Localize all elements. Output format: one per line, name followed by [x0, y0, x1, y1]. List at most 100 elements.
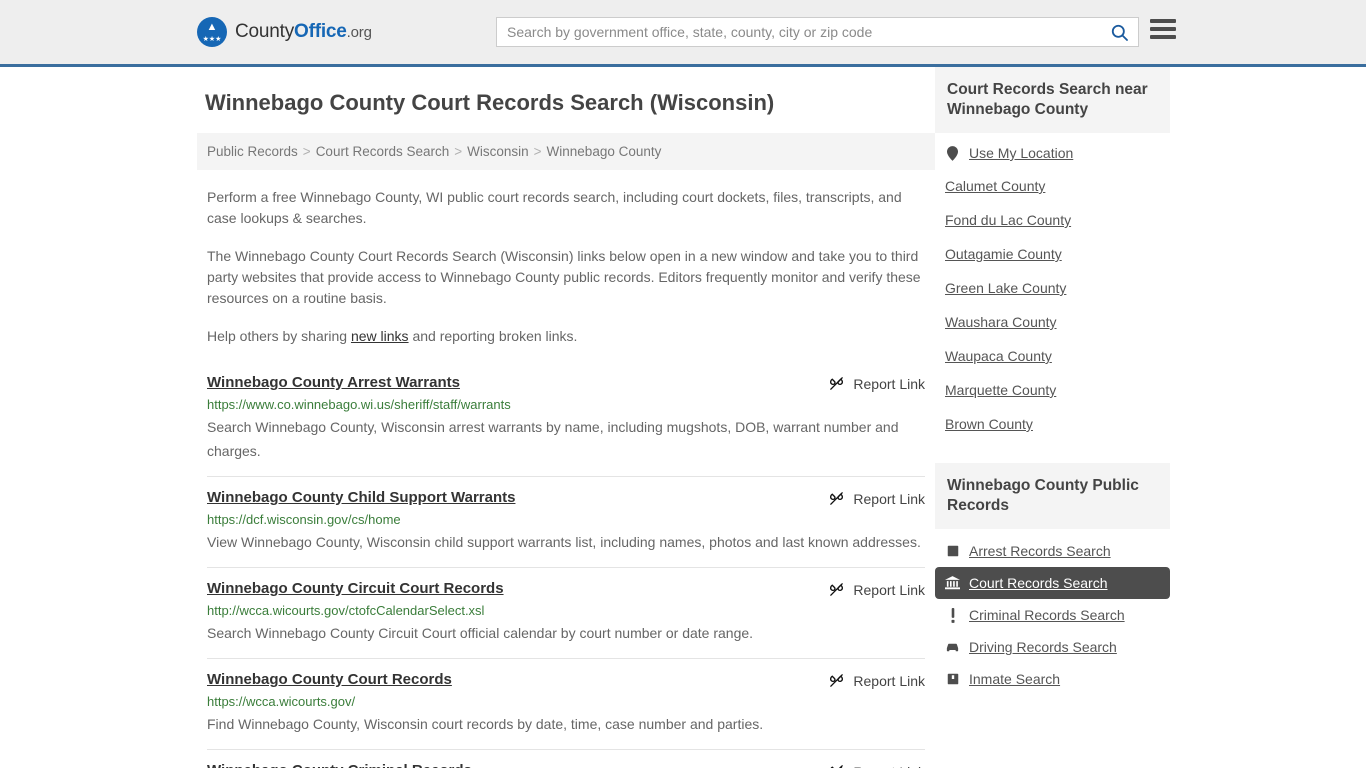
report-link-button[interactable]: Report Link — [828, 672, 925, 689]
page-title: Winnebago County Court Records Search (W… — [205, 90, 935, 116]
intro-paragraph-help: Help others by sharing new links and rep… — [207, 326, 925, 347]
breadcrumb-item-court-records-search[interactable]: Court Records Search — [316, 144, 450, 159]
breadcrumb-separator: > — [534, 144, 542, 159]
result-title-link[interactable]: Winnebago County Criminal Records — [207, 762, 472, 768]
result-url: https://www.co.winnebago.wi.us/sheriff/s… — [207, 397, 925, 412]
result-description: Find Winnebago County, Wisconsin court r… — [207, 712, 925, 736]
report-link-label: Report Link — [853, 491, 925, 507]
nearby-county-item[interactable]: Calumet County — [935, 169, 1170, 203]
nearby-county-list: Use My Location Calumet County Fond du L… — [935, 133, 1170, 441]
result-url: http://wcca.wicourts.gov/ctofcCalendarSe… — [207, 603, 925, 618]
report-link-button[interactable]: Report Link — [828, 490, 925, 507]
car-icon — [945, 642, 960, 653]
brand-wordmark: CountyOffice.org — [235, 21, 372, 43]
map-pin-icon — [945, 146, 960, 161]
sidebar-item-court-records-search[interactable]: Court Records Search — [935, 567, 1170, 599]
nearby-county-link[interactable]: Brown County — [945, 416, 1033, 432]
nearby-county-link[interactable]: Waupaca County — [945, 348, 1052, 364]
nearby-county-item[interactable]: Waupaca County — [935, 339, 1170, 373]
nearby-search-panel: Court Records Search near Winnebago Coun… — [935, 67, 1170, 441]
help-prefix: Help others by sharing — [207, 328, 351, 344]
broken-link-icon — [828, 490, 845, 507]
sidebar-item-inmate-search[interactable]: Inmate Search — [935, 663, 1170, 695]
result-description: Search Winnebago County Circuit Court of… — [207, 621, 925, 645]
nearby-county-link[interactable]: Fond du Lac County — [945, 212, 1071, 228]
use-my-location-label: Use My Location — [969, 145, 1073, 161]
result-item: Winnebago County Arrest Warrants Report … — [207, 362, 925, 476]
result-item: Winnebago County Criminal Records Report… — [207, 749, 925, 768]
result-header: Winnebago County Circuit Court Records R… — [207, 580, 925, 598]
result-header: Winnebago County Arrest Warrants Report … — [207, 374, 925, 392]
nearby-county-link[interactable]: Waushara County — [945, 314, 1057, 330]
nearby-county-item[interactable]: Green Lake County — [935, 271, 1170, 305]
result-header: Winnebago County Child Support Warrants … — [207, 489, 925, 507]
breadcrumb-separator: > — [454, 144, 462, 159]
site-header: ▲ ★★★ CountyOffice.org — [0, 0, 1366, 67]
jail-icon — [945, 673, 960, 685]
report-link-button[interactable]: Report Link — [828, 375, 925, 392]
result-url: https://dcf.wisconsin.gov/cs/home — [207, 512, 925, 527]
fingerprint-square-icon — [945, 545, 960, 557]
public-records-list: Arrest Records Search Court Recor — [935, 529, 1170, 695]
brand-part-county: County — [235, 21, 294, 42]
nearby-county-link[interactable]: Marquette County — [945, 382, 1056, 398]
eagle-stars-logo-icon: ▲ ★★★ — [197, 17, 227, 47]
result-description: Search Winnebago County, Wisconsin arres… — [207, 415, 925, 463]
hamburger-menu-icon[interactable] — [1150, 19, 1176, 39]
site-logo-link[interactable]: ▲ ★★★ CountyOffice.org — [197, 17, 372, 47]
sidebar-item-criminal-records-search[interactable]: Criminal Records Search — [935, 599, 1170, 631]
nearby-county-item[interactable]: Brown County — [935, 407, 1170, 441]
breadcrumb-separator: > — [303, 144, 311, 159]
result-title-link[interactable]: Winnebago County Child Support Warrants — [207, 489, 515, 506]
sidebar-item-label: Arrest Records Search — [969, 543, 1111, 559]
nearby-county-link[interactable]: Calumet County — [945, 178, 1045, 194]
public-records-heading: Winnebago County Public Records — [935, 463, 1170, 529]
breadcrumb: Public Records > Court Records Search > Wisc… — [197, 133, 935, 170]
broken-link-icon — [828, 581, 845, 598]
public-records-panel: Winnebago County Public Records Arrest R… — [935, 463, 1170, 695]
result-title-link[interactable]: Winnebago County Arrest Warrants — [207, 374, 460, 391]
intro-text: Perform a free Winnebago County, WI publ… — [197, 187, 935, 347]
broken-link-icon — [828, 375, 845, 392]
sidebar-item-driving-records-search[interactable]: Driving Records Search — [935, 631, 1170, 663]
search-button[interactable] — [1100, 18, 1138, 46]
report-link-button[interactable]: Report Link — [828, 763, 925, 768]
breadcrumb-item-winnebago-county[interactable]: Winnebago County — [547, 144, 662, 159]
use-my-location-item[interactable]: Use My Location — [935, 137, 1170, 169]
result-title-link[interactable]: Winnebago County Circuit Court Records — [207, 580, 504, 597]
nearby-county-item[interactable]: Outagamie County — [935, 237, 1170, 271]
search-bar[interactable] — [496, 17, 1139, 47]
hamburger-bar — [1150, 19, 1176, 23]
new-links-link[interactable]: new links — [351, 328, 409, 344]
sidebar-item-arrest-records-search[interactable]: Arrest Records Search — [935, 535, 1170, 567]
report-link-label: Report Link — [853, 582, 925, 598]
result-header: Winnebago County Court Records Report Li… — [207, 671, 925, 689]
nearby-county-link[interactable]: Green Lake County — [945, 280, 1066, 296]
search-icon — [1110, 23, 1129, 42]
hamburger-bar — [1150, 27, 1176, 31]
report-link-label: Report Link — [853, 764, 925, 768]
nearby-panel-heading: Court Records Search near Winnebago Coun… — [935, 67, 1170, 133]
exclamation-icon — [945, 608, 960, 623]
result-title-link[interactable]: Winnebago County Court Records — [207, 671, 452, 688]
hamburger-bar — [1150, 35, 1176, 39]
result-header: Winnebago County Criminal Records Report… — [207, 762, 925, 768]
broken-link-icon — [828, 672, 845, 689]
sidebar: Court Records Search near Winnebago Coun… — [935, 67, 1170, 768]
report-link-button[interactable]: Report Link — [828, 581, 925, 598]
brand-part-office: Office — [294, 21, 347, 42]
breadcrumb-item-wisconsin[interactable]: Wisconsin — [467, 144, 529, 159]
report-link-label: Report Link — [853, 376, 925, 392]
nearby-county-item[interactable]: Marquette County — [935, 373, 1170, 407]
search-input[interactable] — [497, 18, 1100, 46]
results-list: Winnebago County Arrest Warrants Report … — [197, 362, 935, 768]
nearby-county-item[interactable]: Waushara County — [935, 305, 1170, 339]
nearby-county-link[interactable]: Outagamie County — [945, 246, 1062, 262]
report-link-label: Report Link — [853, 673, 925, 689]
nearby-county-item[interactable]: Fond du Lac County — [935, 203, 1170, 237]
sidebar-item-label: Court Records Search — [969, 575, 1108, 591]
breadcrumb-item-public-records[interactable]: Public Records — [207, 144, 298, 159]
intro-paragraph-1: Perform a free Winnebago County, WI publ… — [207, 187, 925, 229]
result-description: View Winnebago County, Wisconsin child s… — [207, 530, 925, 554]
sidebar-item-label: Inmate Search — [969, 671, 1060, 687]
